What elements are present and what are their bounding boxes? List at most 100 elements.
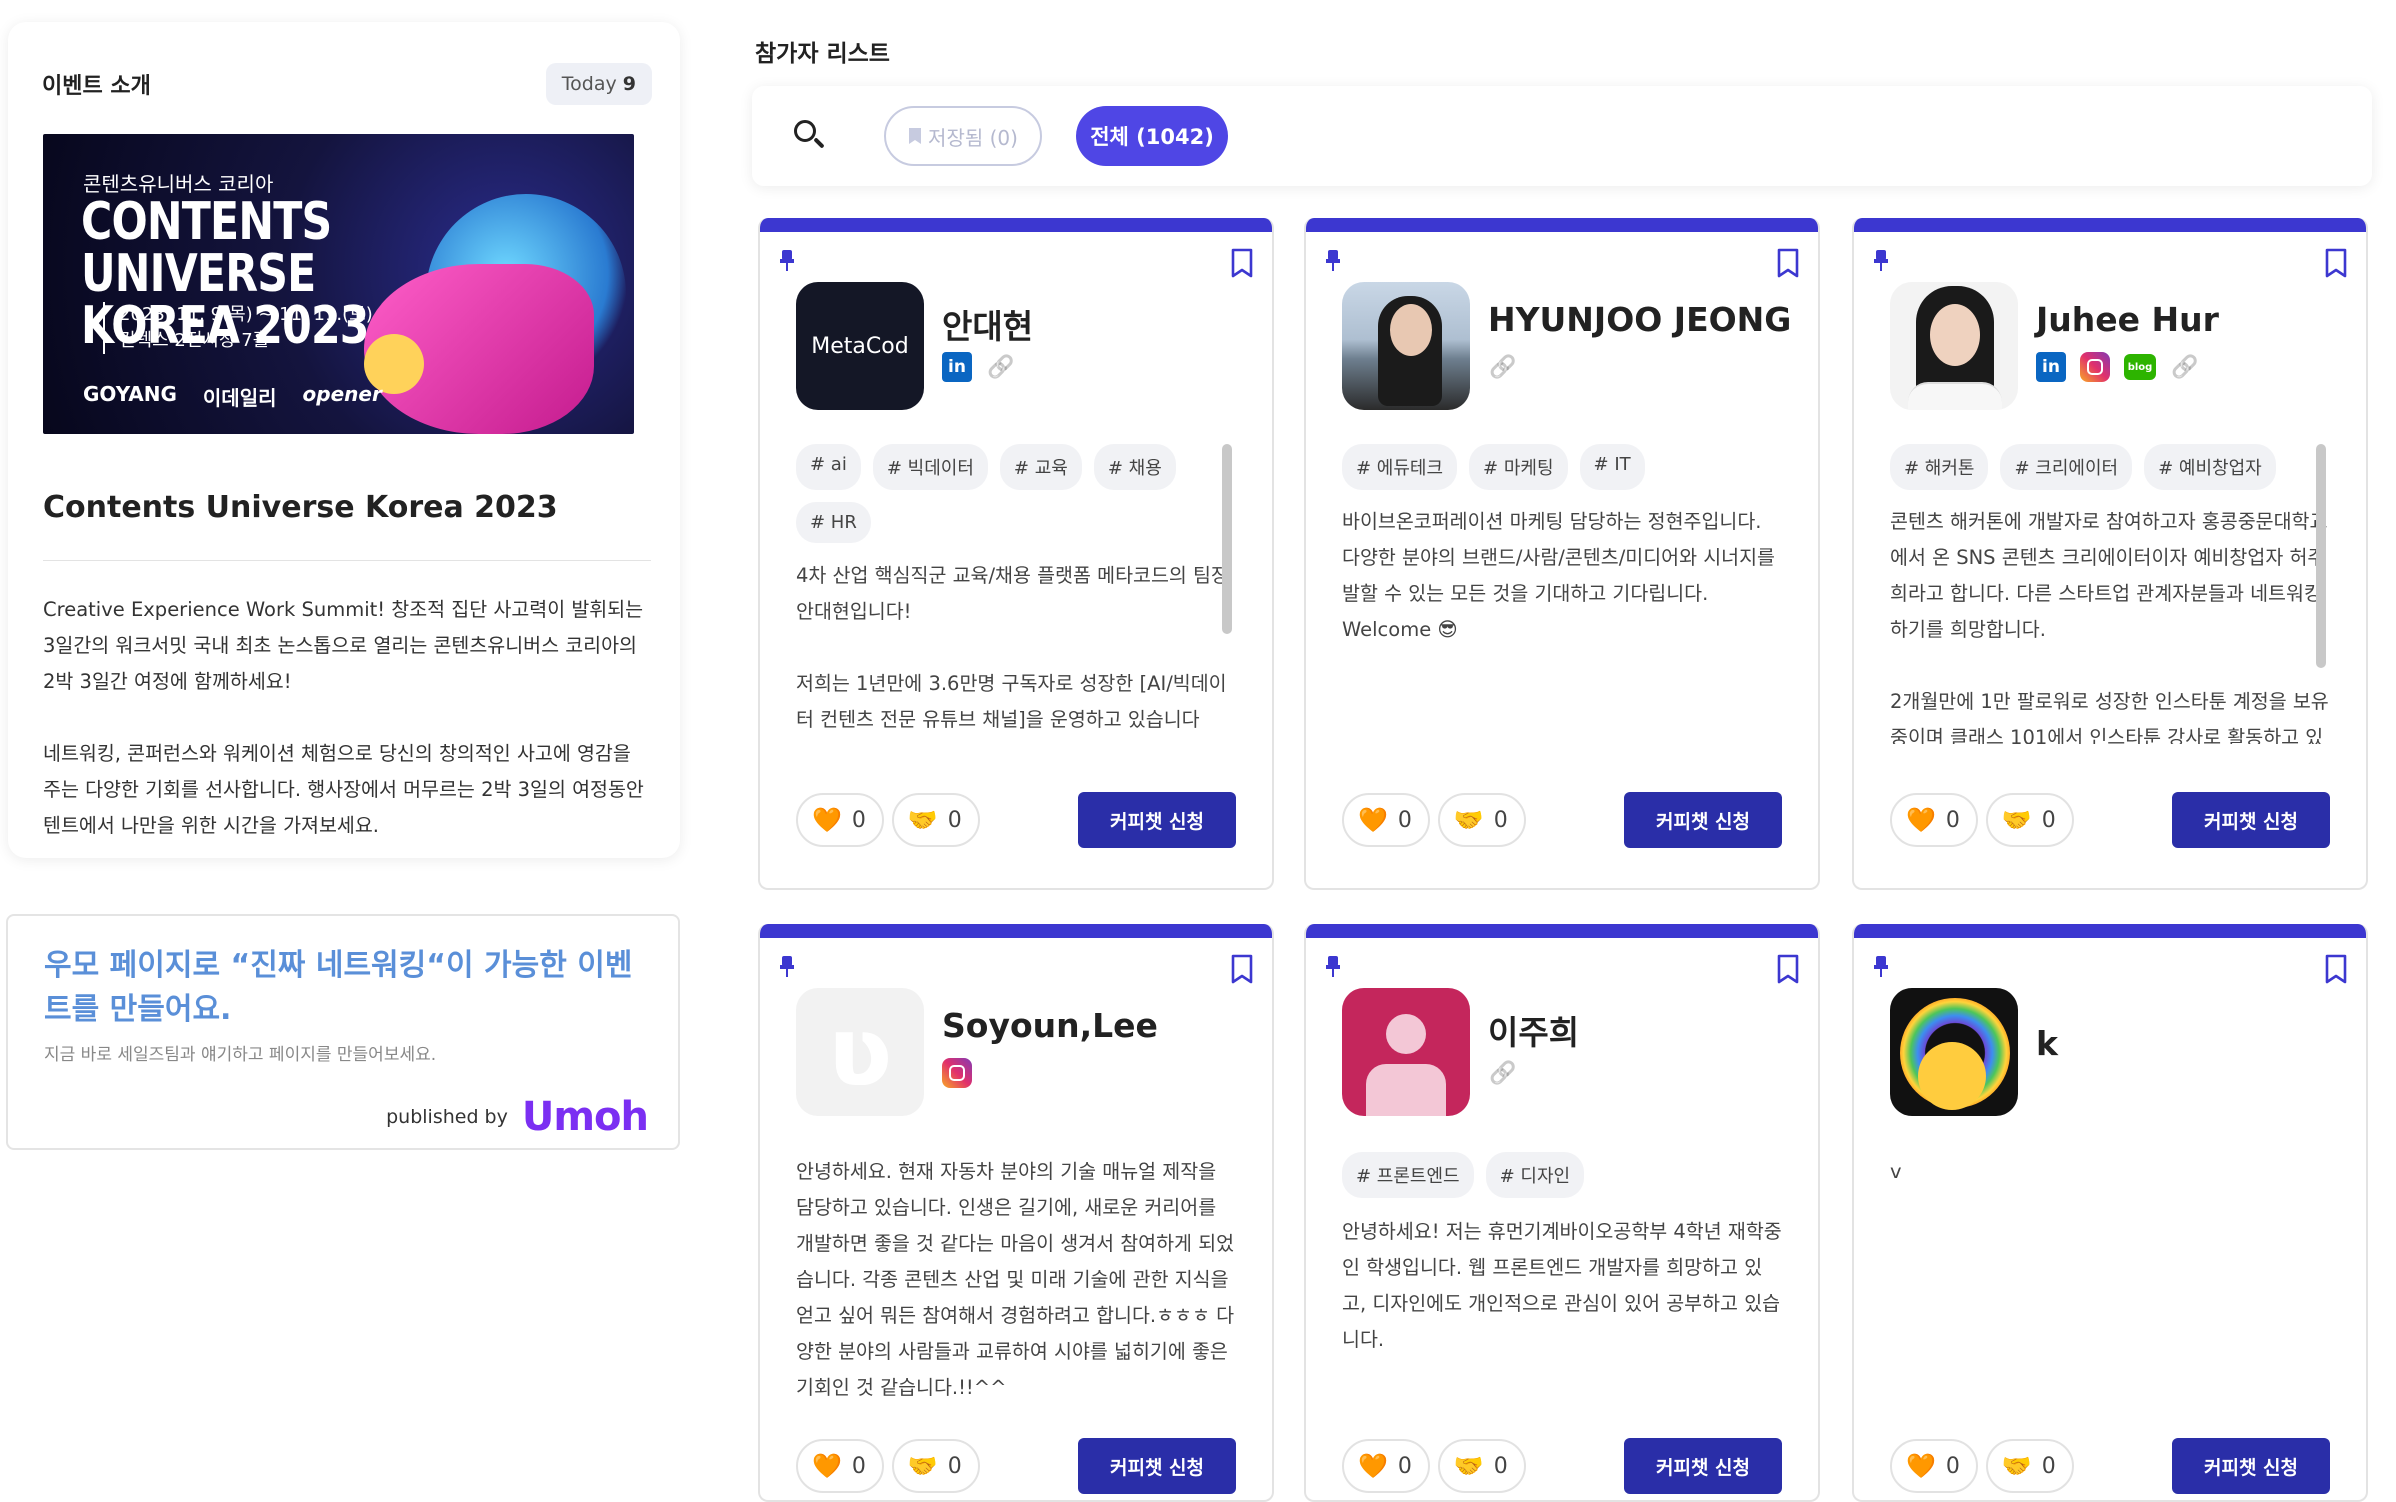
tag[interactable]: # IT <box>1579 444 1645 490</box>
coffee-chat-button[interactable]: 커피챗 신청 <box>2172 792 2330 848</box>
heart-reaction-button[interactable]: 🧡 0 <box>1342 1439 1430 1493</box>
pin-icon <box>780 956 794 978</box>
tag[interactable]: # 디자인 <box>1485 1152 1585 1198</box>
handshake-count: 0 <box>1493 1453 1508 1479</box>
tag[interactable]: # 에듀테크 <box>1342 444 1458 490</box>
handshake-reaction-button[interactable]: 🤝 0 <box>1437 1439 1526 1493</box>
event-intro-card: 이벤트 소개 Today 9 콘텐츠유니버스 코리아 CONTENTS UNIV… <box>8 22 680 858</box>
link-icon[interactable]: 🔗 <box>986 352 1016 382</box>
participant-card: 이주희 🔗 # 프론트엔드 # 디자인 안녕하세요! 저는 휴먼기계바이오공학부 4학년… <box>1304 924 1820 1502</box>
bookmark-icon[interactable] <box>2324 248 2348 278</box>
event-header-title: 이벤트 소개 <box>42 74 151 99</box>
handshake-reaction-button[interactable]: 🤝 0 <box>1985 1439 2074 1493</box>
heart-reaction-button[interactable]: 🧡 0 <box>1890 1439 1978 1493</box>
heart-count: 0 <box>1397 1453 1412 1479</box>
card-footer: 🧡 0 🤝 0 커피챗 신청 <box>796 792 1236 848</box>
handshake-reaction-button[interactable]: 🤝 0 <box>1437 793 1526 847</box>
heart-reaction-button[interactable]: 🧡 0 <box>1342 793 1430 847</box>
published-by-label: published by <box>386 1106 508 1128</box>
coffee-chat-button[interactable]: 커피챗 신청 <box>1078 792 1236 848</box>
tag[interactable]: # 크리에이터 <box>2000 444 2133 490</box>
banner-date: 2023. 11. 9(목) ~ 11. 11.(토) 킨텍스 2전시장 7홀 <box>103 302 373 354</box>
heart-reaction-button[interactable]: 🧡 0 <box>796 793 884 847</box>
event-banner: 콘텐츠유니버스 코리아 CONTENTS UNIVERSE KOREA 2023… <box>43 134 634 434</box>
pin-icon <box>1326 956 1340 978</box>
blog-icon[interactable]: blog <box>2124 354 2156 380</box>
linkedin-icon[interactable]: in <box>942 352 972 382</box>
coffee-chat-button[interactable]: 커피챗 신청 <box>1078 1438 1236 1494</box>
link-icon[interactable]: 🔗 <box>1488 352 1518 382</box>
promo-box[interactable]: 우모 페이지로 “진짜 네트워킹“이 가능한 이벤트를 만들어요. 지금 바로 … <box>6 914 680 1150</box>
linkedin-icon[interactable]: in <box>2036 352 2066 382</box>
orange-heart-icon: 🧡 <box>1906 1452 1936 1480</box>
all-filter-button[interactable]: 전체 (1042) <box>1076 106 1228 166</box>
tag[interactable]: # 채용 <box>1093 444 1176 490</box>
tag[interactable]: # ai <box>796 444 861 490</box>
saved-filter-button[interactable]: 저장됨 (0) <box>884 106 1042 166</box>
link-icon[interactable]: 🔗 <box>2170 352 2200 382</box>
today-count: 9 <box>622 73 636 95</box>
handshake-reaction-button[interactable]: 🤝 0 <box>891 1439 980 1493</box>
bookmark-icon[interactable] <box>1230 248 1254 278</box>
banner-title-line1: CONTENTS UNIVERSE <box>81 192 332 304</box>
handshake-icon: 🤝 <box>1453 1452 1484 1480</box>
avatar <box>1890 282 2018 410</box>
pin-icon <box>1874 956 1888 978</box>
link-icon[interactable]: 🔗 <box>1488 1058 1518 1088</box>
coffee-chat-button[interactable]: 커피챗 신청 <box>2172 1438 2330 1494</box>
banner-logo-edaily: 이데일리 <box>202 386 277 410</box>
avatar-person-head <box>1386 1014 1426 1054</box>
social-links: in 🔗 <box>942 352 1016 382</box>
social-links <box>942 1058 972 1088</box>
heart-count: 0 <box>1945 807 1960 833</box>
handshake-reaction-button[interactable]: 🤝 0 <box>1985 793 2074 847</box>
tag-list: # 해커톤 # 크리에이터 # 예비창업자 <box>1890 444 2310 490</box>
coffee-chat-button[interactable]: 커피챗 신청 <box>1624 1438 1782 1494</box>
bookmark-icon[interactable] <box>2324 954 2348 984</box>
tag[interactable]: # 마케팅 <box>1469 444 1568 490</box>
avatar-portrait <box>1390 304 1432 356</box>
heart-count: 0 <box>851 807 866 833</box>
bio-scrollbar[interactable] <box>2316 444 2326 668</box>
tag[interactable]: # 프론트엔드 <box>1342 1152 1474 1198</box>
orange-heart-icon: 🧡 <box>1358 1452 1388 1480</box>
event-divider <box>43 560 651 561</box>
instagram-icon[interactable] <box>2080 352 2110 382</box>
bookmark-icon[interactable] <box>1230 954 1254 984</box>
bio-paragraph: 바이브온코퍼레이션 마케팅 담당하는 정현주입니다. 다양한 분야의 브랜드/사… <box>1342 510 1782 641</box>
heart-reaction-button[interactable]: 🧡 0 <box>1890 793 1978 847</box>
participant-bio: 안녕하세요. 현재 자동차 분야의 기술 매뉴얼 제작을 담당하고 있습니다. … <box>796 1154 1236 1424</box>
handshake-icon: 🤝 <box>907 1452 938 1480</box>
banner-logo-goyang: GOYANG <box>83 382 177 406</box>
handshake-count: 0 <box>2041 1453 2056 1479</box>
saved-filter-label: 저장됨 (0) <box>928 125 1018 150</box>
tag[interactable]: # 교육 <box>999 444 1082 490</box>
heart-reaction-button[interactable]: 🧡 0 <box>796 1439 884 1493</box>
participant-bio: 안녕하세요! 저는 휴먼기계바이오공학부 4학년 재학중인 학생입니다. 웹 프… <box>1342 1214 1782 1374</box>
bio-scrollbar[interactable] <box>1222 444 1232 634</box>
search-icon[interactable] <box>792 118 828 154</box>
coffee-chat-button[interactable]: 커피챗 신청 <box>1624 792 1782 848</box>
avatar-shirt <box>1908 382 2002 410</box>
bookmark-icon[interactable] <box>1776 248 1800 278</box>
participant-card: MetaCod 안대현 in 🔗 # ai # 빅데이터 # 교육 # 채용 # HR 4차 산업… <box>758 218 1274 890</box>
avatar: MetaCod <box>796 282 924 410</box>
tag[interactable]: # 예비창업자 <box>2144 444 2276 490</box>
tag[interactable]: # HR <box>796 502 871 543</box>
umoh-logo[interactable]: Umoh <box>522 1094 649 1140</box>
bookmark-icon[interactable] <box>1776 954 1800 984</box>
bookmark-filled-icon <box>909 128 922 144</box>
participant-card: k v 🧡 0 🤝 0 커피챗 신청 <box>1852 924 2368 1502</box>
participant-name: Soyoun,Lee <box>942 1006 1158 1045</box>
card-footer: 🧡 0 🤝 0 커피챗 신청 <box>796 1438 1236 1494</box>
event-description-paragraph: Creative Experience Work Summit! 창조적 집단 … <box>43 598 644 693</box>
event-description: Creative Experience Work Summit! 창조적 집단 … <box>43 592 653 880</box>
social-links: 🔗 <box>1488 352 1518 382</box>
handshake-count: 0 <box>947 1453 962 1479</box>
handshake-reaction-button[interactable]: 🤝 0 <box>891 793 980 847</box>
card-footer: 🧡 0 🤝 0 커피챗 신청 <box>1890 792 2330 848</box>
instagram-icon[interactable] <box>942 1058 972 1088</box>
tag[interactable]: # 해커톤 <box>1890 444 1989 490</box>
bio-paragraph: 4차 산업 핵심직군 교육/채용 플랫폼 메타코드의 팀장 안대현입니다! <box>796 564 1236 623</box>
tag[interactable]: # 빅데이터 <box>872 444 988 490</box>
